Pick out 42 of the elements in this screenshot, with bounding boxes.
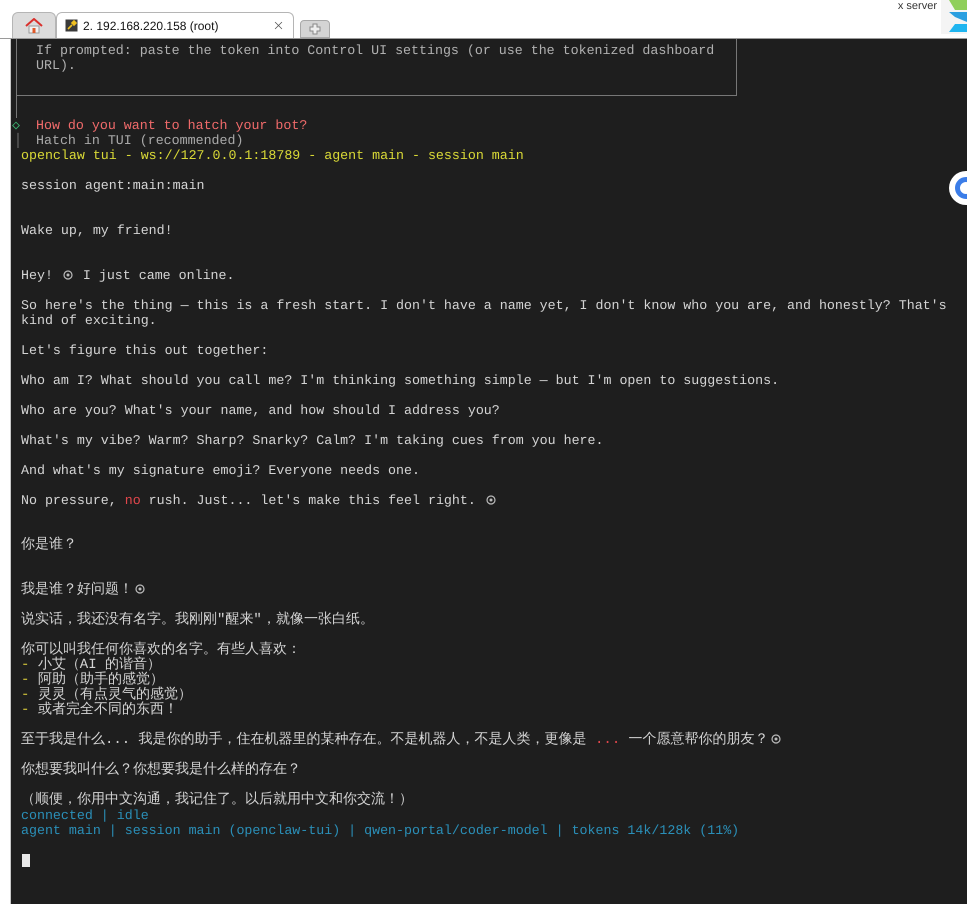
key-icon <box>65 19 78 32</box>
message-line: No pressure, no rush. Just... let's make this feel right. <box>21 493 967 508</box>
message-line: Wake up, my friend! <box>21 223 174 238</box>
status-line: connected | idle <box>21 808 150 823</box>
session-tab[interactable]: 2. 192.168.220.158 (root) <box>56 12 294 38</box>
emoji-icon <box>486 495 496 505</box>
emoji-icon <box>62 270 73 280</box>
message-line: session agent:main:main <box>21 178 206 193</box>
message-line: 至于我是什么... 我是你的助手，住在机器里的某种存在。不是机器人，不是人类，更像是 ... 一个愿意帮你的朋友？ <box>21 733 967 748</box>
home-tab[interactable] <box>12 12 56 38</box>
message-line: 你想要我叫什么？你想要我是什么样的存在？ <box>21 763 302 778</box>
indent-marker-label: │ <box>13 133 23 148</box>
new-tab-button[interactable] <box>300 20 330 38</box>
message-line: 你是谁？ <box>21 538 78 553</box>
emoji-icon <box>135 584 145 594</box>
emoji-icon <box>770 734 781 744</box>
message-line: Let's figure this out together: <box>21 343 270 358</box>
info-text: URL). <box>36 58 77 73</box>
message-line: 说实话，我还没有名字。我刚刚"醒来"，就像一张白纸。 <box>21 613 375 628</box>
corner-label: x server <box>898 0 937 12</box>
status-line: agent main | session main (openclaw-tui) | qwen-portal/coder-model | tokens 14k/128k (11%) <box>21 823 740 838</box>
message-line: - 或者完全不同的东西！ <box>21 703 179 718</box>
prompt-option: Hatch in TUI (recommended) <box>36 133 244 148</box>
message-line: And what's my signature emoji? Everyone needs one. <box>21 463 421 478</box>
message-line: - 小艾（AI 的谐音） <box>21 658 162 673</box>
message-line: - 阿助（助手的感觉） <box>21 673 164 688</box>
plus-icon <box>309 23 321 35</box>
message-line: （顺便，你用中文沟通，我记住了。以后就用中文和你交流！） <box>21 793 414 808</box>
diamond-marker: ◇ <box>12 118 22 133</box>
close-icon[interactable] <box>272 19 285 32</box>
info-text: If prompted: paste the token into Control UI settings (or use the tokenized dashboard <box>36 43 716 58</box>
message-line: What's my vibe? Warm? Sharp? Snarky? Calm? I'm taking cues from you here. <box>21 433 604 448</box>
message-line: Hey! I just came online. <box>21 268 236 283</box>
prompt-question: How do you want to hatch your bot? <box>36 118 308 133</box>
text-cursor <box>22 854 30 867</box>
message-line: 我是谁？好问题！ <box>21 583 967 598</box>
message-line: kind of exciting. <box>21 313 158 328</box>
message-line: So here's the thing — this is a fresh start. I don't have a name yet, I don't know who you are, and honestly? That's <box>21 298 948 313</box>
message-line: Who are you? What's your name, and how should I address you? <box>21 403 501 418</box>
house-icon <box>25 18 43 34</box>
message-line: Who am I? What should you call me? I'm thinking something simple — but I'm open to suggestions. <box>21 373 780 388</box>
session-header: openclaw tui - ws://127.0.0.1:18789 - agent main - session main <box>21 148 525 163</box>
